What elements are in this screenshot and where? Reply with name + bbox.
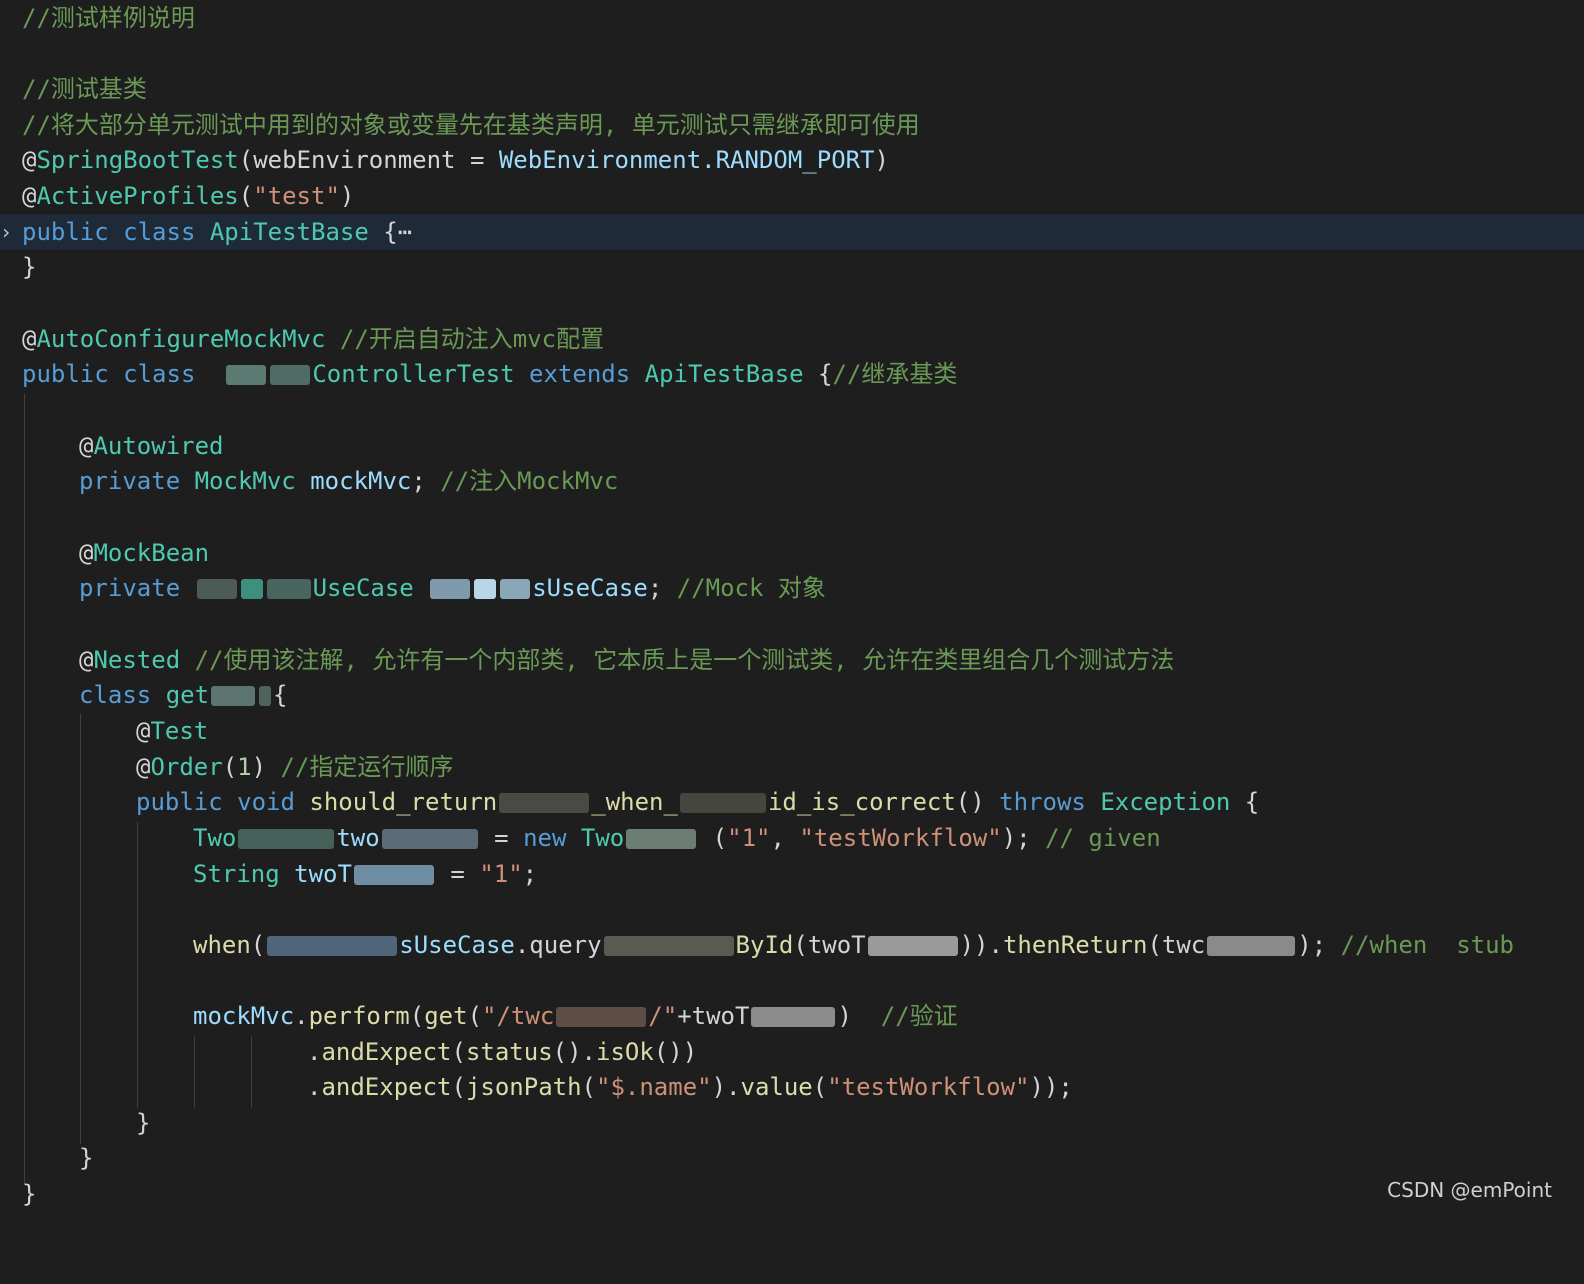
statement: mockMvc.perform(get("/twc/"+twoT) //验证 — [193, 1002, 958, 1030]
redacted-text — [751, 1007, 836, 1027]
folded-ellipsis: ⋯ — [397, 218, 413, 246]
code-line-current[interactable]: › public class ApiTestBase {⋯ — [0, 214, 1584, 250]
redacted-text — [259, 686, 272, 706]
class-declaration: public class ControllerTest extends ApiT… — [22, 360, 958, 388]
redacted-text — [603, 936, 734, 956]
code-line[interactable]: Two two = new Two ("1", "testWorkflow"); … — [0, 820, 1584, 856]
statement: .andExpect(status().isOk()) — [307, 1038, 698, 1066]
code-line[interactable]: @MockBean — [0, 535, 1584, 571]
code-line[interactable]: String twoT = "1"; — [0, 856, 1584, 892]
redacted-text — [474, 579, 497, 599]
redacted-text — [381, 829, 478, 849]
redacted-text — [499, 793, 590, 813]
code-line[interactable]: private UseCase sUseCase; //Mock 对象 — [0, 570, 1584, 606]
comment: //将大部分单元测试中用到的对象或变量先在基类声明, 单元测试只需继承即可使用 — [22, 111, 920, 139]
redacted-text — [626, 829, 697, 849]
redacted-text — [556, 1007, 647, 1027]
redacted-text — [353, 865, 434, 885]
brace: } — [79, 1144, 94, 1172]
code-line[interactable]: class get{ — [0, 677, 1584, 713]
class-declaration: class get{ — [79, 681, 288, 709]
redacted-text — [196, 579, 237, 599]
brace: } — [136, 1109, 151, 1137]
annotation: @Autowired — [79, 432, 224, 460]
code-line[interactable]: } — [0, 1176, 1584, 1212]
statement: Two two = new Two ("1", "testWorkflow"); … — [193, 824, 1161, 852]
statement: .andExpect(jsonPath("$.name").value("tes… — [307, 1073, 1073, 1101]
code-line[interactable]: } — [0, 1105, 1584, 1141]
code-line[interactable]: @Order(1) //指定运行顺序 — [0, 749, 1584, 785]
code-line[interactable]: public class ControllerTest extends ApiT… — [0, 356, 1584, 392]
redacted-text — [500, 579, 531, 599]
class-declaration: public class ApiTestBase {⋯ — [22, 218, 413, 246]
brace: } — [22, 253, 37, 281]
code-line[interactable]: } — [0, 249, 1584, 285]
field-declaration: private MockMvc mockMvc; //注入MockMvc — [79, 467, 619, 495]
redacted-text — [266, 579, 311, 599]
annotation: @SpringBootTest(webEnvironment = WebEnvi… — [22, 146, 889, 174]
redacted-text — [267, 936, 398, 956]
annotation: @Test — [136, 717, 209, 745]
annotation: @MockBean — [79, 539, 210, 567]
redacted-text — [679, 793, 766, 813]
code-line[interactable]: @SpringBootTest(webEnvironment = WebEnvi… — [0, 142, 1584, 178]
code-line[interactable]: private MockMvc mockMvc; //注入MockMvc — [0, 463, 1584, 499]
redacted-text — [1207, 936, 1296, 956]
code-line[interactable]: } — [0, 1140, 1584, 1176]
code-line[interactable]: @ActiveProfiles("test") — [0, 178, 1584, 214]
annotation: @Order(1) //指定运行顺序 — [136, 753, 454, 781]
code-line[interactable]: @Test — [0, 713, 1584, 749]
method-declaration: public void should_return _when_ id_is_cor… — [136, 788, 1260, 816]
code-line[interactable]: //测试基类 — [0, 71, 1584, 107]
code-line[interactable]: //将大部分单元测试中用到的对象或变量先在基类声明, 单元测试只需继承即可使用 — [0, 107, 1584, 143]
code-line[interactable]: @Autowired — [0, 428, 1584, 464]
redacted-text — [867, 936, 958, 956]
code-line[interactable]: @Nested //使用该注解, 允许有一个内部类, 它本质上是一个测试类, 允… — [0, 642, 1584, 678]
code-editor[interactable]: //测试样例说明 //测试基类 //将大部分单元测试中用到的对象或变量先在基类声… — [0, 0, 1584, 1220]
brace: } — [22, 1180, 37, 1208]
code-line[interactable]: mockMvc.perform(get("/twc/"+twoT) //验证 — [0, 998, 1584, 1034]
code-line[interactable]: public void should_return _when_ id_is_cor… — [0, 784, 1584, 820]
field-declaration: private UseCase sUseCase; //Mock 对象 — [79, 574, 826, 602]
redacted-text — [240, 579, 263, 599]
annotation: @Nested //使用该注解, 允许有一个内部类, 它本质上是一个测试类, 允… — [79, 646, 1175, 674]
fold-chevron-icon[interactable]: › — [0, 214, 14, 250]
code-line[interactable]: //测试样例说明 — [0, 0, 1584, 36]
statement: String twoT = "1"; — [193, 860, 538, 888]
code-line[interactable]: .andExpect(status().isOk()) — [0, 1034, 1584, 1070]
comment: //测试基类 — [22, 75, 147, 103]
watermark: CSDN @emPoint — [1387, 1178, 1552, 1202]
redacted-text — [238, 829, 335, 849]
redacted-text — [270, 365, 311, 385]
code-line[interactable]: .andExpect(jsonPath("$.name").value("tes… — [0, 1069, 1584, 1105]
comment: //测试样例说明 — [22, 4, 195, 32]
redacted-text — [430, 579, 471, 599]
redacted-text — [226, 365, 267, 385]
code-line[interactable]: when(sUseCase.query ById(twoT)).thenRetur… — [0, 927, 1584, 963]
redacted-text — [211, 686, 256, 706]
annotation: @AutoConfigureMockMvc //开启自动注入mvc配置 — [22, 325, 605, 353]
statement: when(sUseCase.query ById(twoT)).thenRetur… — [193, 931, 1514, 959]
code-line[interactable]: @AutoConfigureMockMvc //开启自动注入mvc配置 — [0, 321, 1584, 357]
annotation: @ActiveProfiles("test") — [22, 182, 355, 210]
